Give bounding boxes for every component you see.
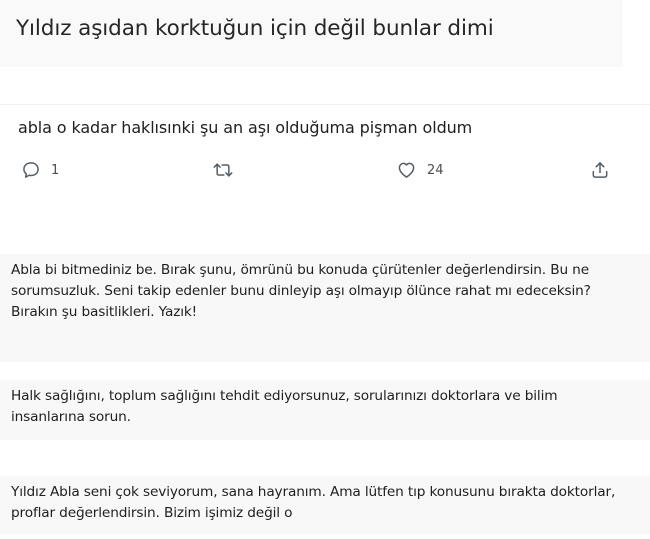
reply-icon	[21, 160, 41, 180]
comment-text: Yıldız Abla seni çok seviyorum, sana hay…	[11, 484, 616, 521]
share-icon	[590, 160, 610, 180]
like-count: 24	[427, 162, 444, 178]
share-button[interactable]	[590, 159, 610, 181]
header-block: Yıldız aşıdan korktuğun için değil bunla…	[0, 0, 623, 67]
tweet-text: abla o kadar haklısınki şu an aşı olduğu…	[18, 118, 473, 137]
comment-3: Yıldız Abla seni çok seviyorum, sana hay…	[0, 476, 650, 534]
comment-1: Abla bi bitmediniz be. Bırak şunu, ömrün…	[0, 254, 650, 362]
comment-text: Abla bi bitmediniz be. Bırak şunu, ömrün…	[11, 262, 591, 320]
like-icon	[396, 160, 417, 180]
tweet: abla o kadar haklısınki şu an aşı olduğu…	[0, 104, 650, 202]
reply-count: 1	[51, 162, 60, 178]
retweet-button[interactable]	[212, 159, 234, 181]
header-title: Yıldız aşıdan korktuğun için değil bunla…	[16, 16, 494, 41]
reply-button[interactable]: 1	[21, 159, 59, 181]
comment-text: Halk sağlığını, toplum sağlığını tehdit …	[11, 388, 558, 425]
comment-2: Halk sağlığını, toplum sağlığını tehdit …	[0, 380, 650, 440]
retweet-icon	[212, 160, 234, 180]
like-button[interactable]: 24	[396, 159, 444, 181]
